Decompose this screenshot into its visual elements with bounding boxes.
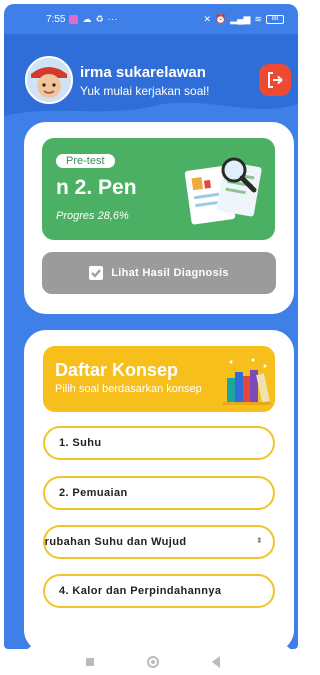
wifi-icon: ≋	[254, 13, 262, 24]
concept-label: 4. Kalor dan Perpindahannya	[59, 585, 222, 597]
pretest-title: n 2. Pen	[56, 176, 137, 199]
pretest-progress: Progres 28,6%	[56, 210, 129, 222]
konsep-subtitle: Pilih soal berdasarkan konsep	[55, 383, 202, 395]
battery-icon: 88	[266, 14, 284, 24]
app-screen: 7:55 ☁ ♻ ··· ✕ ⏰ ▂▄▆ ≋ 88 irma sukarelaw…	[4, 4, 298, 649]
profile-header: irma sukarelawan Yuk mulai kerjakan soal…	[4, 34, 298, 120]
pretest-badge: Pre-test	[56, 154, 115, 168]
concept-item-kalor[interactable]: 4. Kalor dan Perpindahannya	[43, 574, 275, 608]
cloud-icon: ☁	[82, 13, 92, 24]
recent-apps-icon[interactable]	[86, 658, 95, 666]
status-more: ···	[107, 13, 118, 25]
concept-label: 1. Suhu	[59, 437, 102, 449]
pretest-card: Pre-test n 2. Pen Progres 28,6% Lihat Ha…	[24, 122, 294, 314]
user-name: irma sukarelawan	[80, 64, 206, 81]
status-time: 7:55	[46, 13, 66, 25]
mute-icon: ✕	[203, 13, 211, 24]
concept-label: 2. Pemuaian	[59, 487, 128, 499]
konsep-banner: Daftar Konsep Pilih soal berdasarkan kon…	[43, 346, 275, 412]
notification-icon	[69, 14, 79, 24]
diagnosis-label: Lihat Hasil Diagnosis	[111, 267, 229, 279]
sync-icon: ♻	[95, 13, 104, 24]
pretest-banner[interactable]: Pre-test n 2. Pen Progres 28,6%	[42, 138, 275, 240]
logout-icon	[268, 72, 283, 88]
checkbox-icon	[89, 266, 104, 280]
signal-icon: ▂▄▆	[230, 13, 251, 24]
avatar[interactable]	[25, 56, 73, 104]
konsep-card: Daftar Konsep Pilih soal berdasarkan kon…	[24, 330, 294, 649]
home-icon[interactable]	[146, 656, 159, 668]
concept-item-pemuaian[interactable]: 2. Pemuaian	[43, 476, 275, 510]
clipboard-magnifier-icon	[184, 157, 262, 225]
status-bar: 7:55 ☁ ♻ ··· ✕ ⏰ ▂▄▆ ≋ 88	[4, 4, 298, 34]
header-subtitle: Yuk mulai kerjakan soal!	[80, 84, 210, 98]
diagnosis-button[interactable]: Lihat Hasil Diagnosis	[42, 252, 276, 294]
concept-item-suhu[interactable]: 1. Suhu	[43, 426, 275, 460]
back-icon[interactable]	[211, 656, 220, 668]
system-nav-bar	[0, 649, 306, 675]
books-icon	[223, 358, 271, 405]
konsep-title: Daftar Konsep	[55, 360, 179, 380]
alarm-icon: ⏰	[215, 13, 227, 24]
concept-label: 3. Perubahan Suhu dan Wujud	[44, 536, 187, 548]
scroll-arrows-icon: ⬍	[255, 536, 263, 545]
logout-button[interactable]	[259, 64, 291, 96]
concept-item-perubahan-suhu[interactable]: 3. Perubahan Suhu dan Wujud ⬍	[43, 525, 275, 559]
